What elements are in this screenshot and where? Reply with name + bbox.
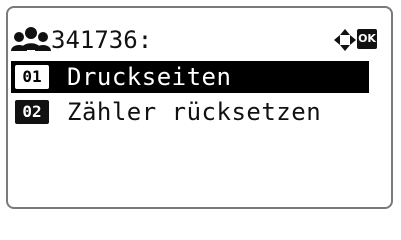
menu-item-label: Druckseiten <box>67 63 232 91</box>
menu-item-number: 01 <box>15 65 49 89</box>
page-title: 341736: <box>51 26 153 54</box>
menu-item-label: Zähler rücksetzen <box>67 98 322 126</box>
four-way-arrow-icon <box>333 28 357 52</box>
menu-item-zaehler-ruecksetzen[interactable]: 02 Zähler rücksetzen <box>11 96 369 128</box>
ok-key-icon: OK <box>357 29 377 49</box>
users-icon <box>11 26 51 52</box>
menu-item-number: 02 <box>15 100 49 124</box>
menu-item-druckseiten[interactable]: 01 Druckseiten <box>11 61 369 93</box>
screen-header: 341736: OK <box>11 24 381 56</box>
